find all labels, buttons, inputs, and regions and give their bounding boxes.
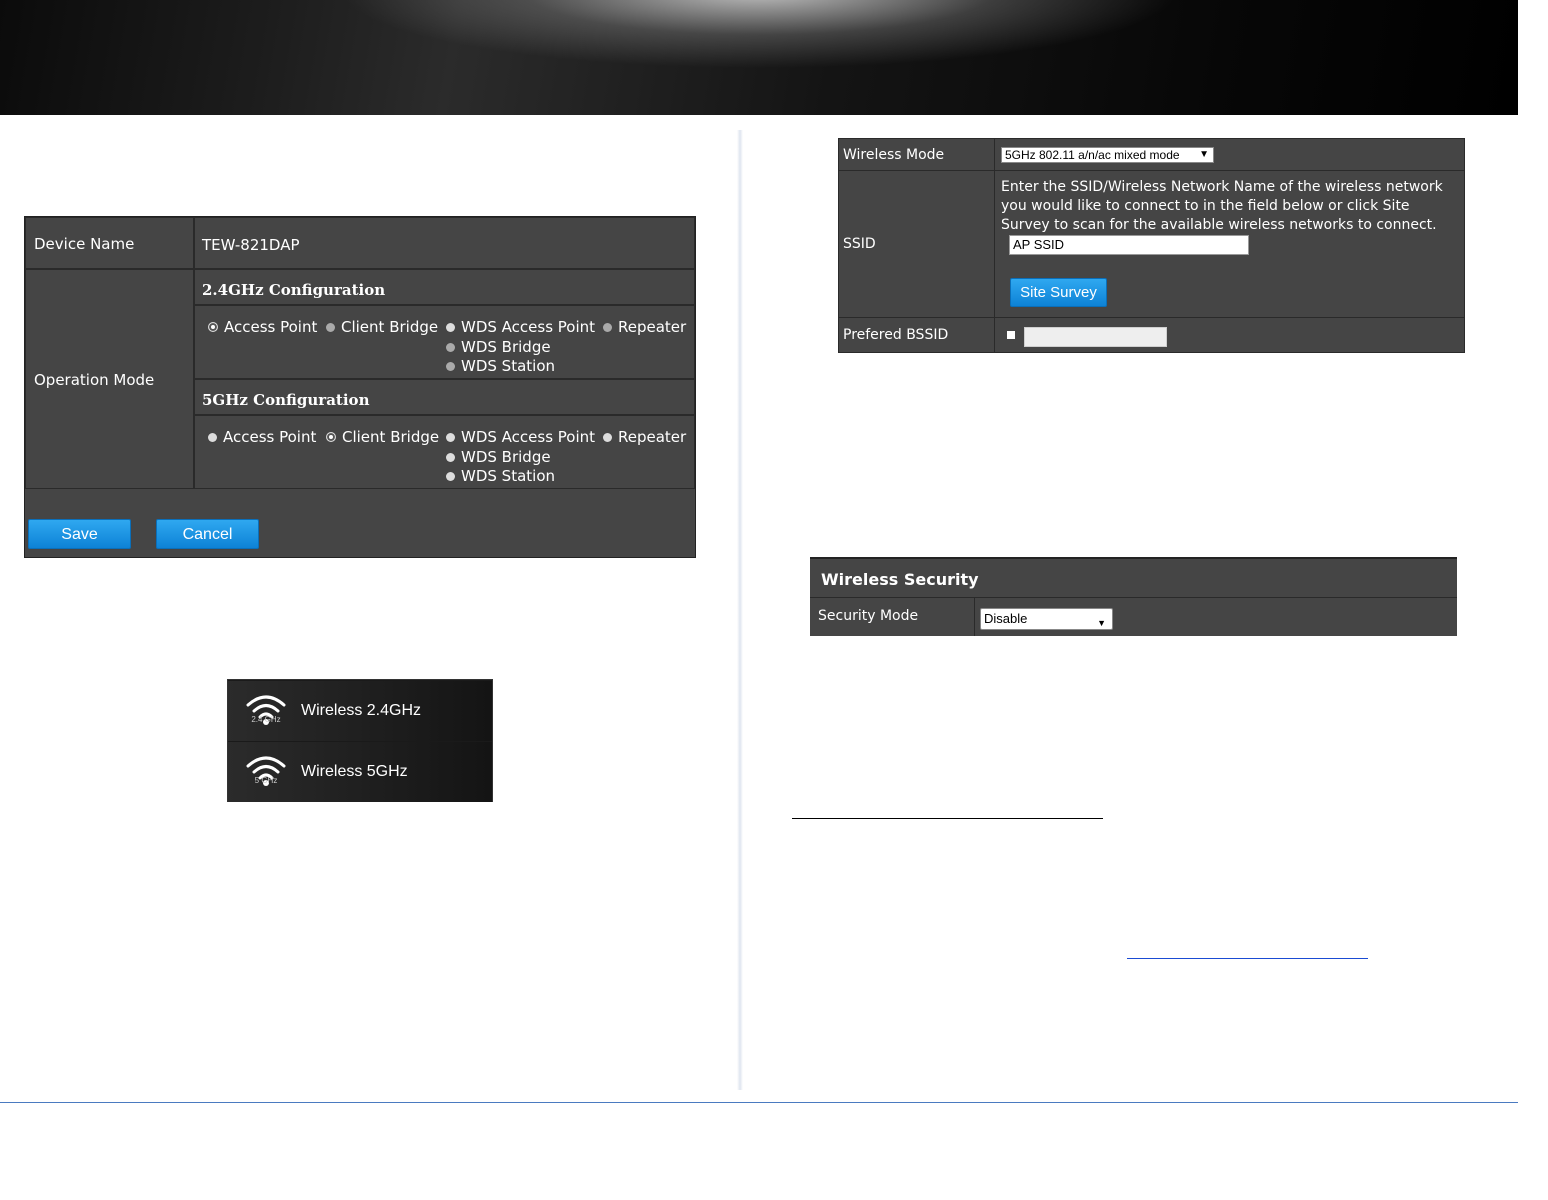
device-name-value: TEW-821DAP bbox=[202, 236, 300, 254]
wireless-mode-select[interactable]: 5GHz 802.11 a/n/ac mixed mode ▼ bbox=[1001, 147, 1214, 163]
radio-selected-icon bbox=[326, 432, 336, 442]
radio-icon bbox=[446, 471, 455, 481]
security-mode-select[interactable]: Disable ▼ bbox=[980, 608, 1113, 630]
radio-label: WDS Station bbox=[461, 467, 555, 485]
wireless-mode-label: Wireless Mode bbox=[843, 147, 945, 163]
header-banner bbox=[0, 0, 1518, 115]
radio-5-client-bridge[interactable]: Client Bridge bbox=[326, 428, 439, 446]
operation-mode-panel: Device Name TEW-821DAP Operation Mode 2.… bbox=[24, 216, 696, 558]
radio-icon bbox=[446, 452, 455, 462]
security-title: Wireless Security bbox=[821, 570, 979, 589]
operation-mode-label-cell: Operation Mode bbox=[25, 269, 194, 489]
wireless-settings-table: Wireless Mode 5GHz 802.11 a/n/ac mixed m… bbox=[838, 138, 1465, 353]
radio-icon bbox=[208, 432, 217, 442]
radio-label: Access Point bbox=[224, 318, 318, 336]
radio-24-client-bridge[interactable]: Client Bridge bbox=[326, 318, 438, 336]
radio-5-wds-access-point[interactable]: WDS Access Point bbox=[446, 428, 595, 446]
radio-label: Client Bridge bbox=[342, 428, 440, 446]
menu-item-label: Wireless 2.4GHz bbox=[301, 702, 422, 719]
config-24-title: 2.4GHz Configuration bbox=[202, 281, 386, 299]
ssid-label: SSID bbox=[843, 236, 876, 252]
security-mode-value: Disable bbox=[984, 611, 1028, 626]
radio-5-wds-station[interactable]: WDS Station bbox=[446, 467, 555, 485]
wifi-icon bbox=[246, 695, 286, 725]
radio-icon bbox=[446, 361, 455, 371]
radio-label: WDS Bridge bbox=[461, 448, 551, 466]
radio-24-wds-station[interactable]: WDS Station bbox=[446, 357, 555, 375]
dropdown-arrow-icon: ▼ bbox=[1097, 618, 1106, 628]
radio-24-wds-access-point[interactable]: WDS Access Point bbox=[446, 318, 595, 336]
band-label: 5 GHz bbox=[254, 776, 278, 785]
cancel-button[interactable]: Cancel bbox=[156, 519, 259, 549]
bssid-checkbox[interactable] bbox=[1007, 331, 1015, 339]
radio-icon bbox=[603, 432, 612, 442]
radio-24-wds-bridge[interactable]: WDS Bridge bbox=[446, 338, 551, 356]
radio-icon bbox=[326, 322, 335, 332]
menu-item-wireless-24[interactable]: 2.4 GHz Wireless 2.4GHz bbox=[228, 681, 492, 741]
wireless-mode-row: Wireless Mode 5GHz 802.11 a/n/ac mixed m… bbox=[839, 139, 1464, 171]
radio-label: Repeater bbox=[618, 428, 687, 446]
radio-selected-icon bbox=[208, 322, 218, 332]
radio-label: WDS Station bbox=[461, 357, 555, 375]
radio-label: Access Point bbox=[223, 428, 317, 446]
radio-5-wds-bridge[interactable]: WDS Bridge bbox=[446, 448, 551, 466]
column-separator bbox=[974, 597, 975, 636]
menu-item-wireless-5[interactable]: 5 GHz Wireless 5GHz bbox=[228, 742, 492, 802]
bssid-input[interactable] bbox=[1024, 327, 1167, 347]
radio-24-access-point[interactable]: Access Point bbox=[208, 318, 317, 336]
radio-label: Client Bridge bbox=[341, 318, 439, 336]
ssid-input[interactable]: AP SSID bbox=[1009, 235, 1249, 255]
radio-label: WDS Access Point bbox=[461, 318, 596, 336]
underline-rule bbox=[792, 818, 1103, 819]
ssid-help-text: Enter the SSID/Wireless Network Name of … bbox=[1001, 179, 1443, 233]
wireless-security-panel: Wireless Security Security Mode Disable … bbox=[810, 557, 1457, 636]
wifi-icon bbox=[246, 756, 286, 786]
radio-24-repeater[interactable]: Repeater bbox=[603, 318, 686, 336]
hyperlink-underline[interactable] bbox=[1127, 958, 1368, 959]
dropdown-arrow-icon: ▼ bbox=[1199, 149, 1209, 160]
device-name-label-cell: Device Name bbox=[25, 217, 194, 269]
operation-mode-label: Operation Mode bbox=[34, 371, 155, 389]
bssid-label: Prefered BSSID bbox=[843, 327, 949, 343]
band-label: 2.4 GHz bbox=[251, 715, 281, 724]
radio-label: WDS Bridge bbox=[461, 338, 551, 356]
site-survey-button[interactable]: Site Survey bbox=[1010, 278, 1107, 307]
radio-icon bbox=[446, 322, 455, 332]
radio-label: WDS Access Point bbox=[461, 428, 596, 446]
menu-item-label: Wireless 5GHz bbox=[301, 763, 408, 780]
wireless-menu: 2.4 GHz Wireless 2.4GHz 5 GHz Wireless 5… bbox=[227, 679, 493, 802]
radio-icon bbox=[603, 322, 612, 332]
bssid-row: Prefered BSSID bbox=[839, 318, 1464, 352]
radio-icon bbox=[446, 432, 455, 442]
device-name-label: Device Name bbox=[34, 235, 135, 253]
config-5-options: Access Point Client Bridge WDS Access Po… bbox=[194, 415, 695, 489]
ssid-row: SSID Enter the SSID/Wireless Network Nam… bbox=[839, 171, 1464, 318]
security-header: Wireless Security bbox=[810, 559, 1457, 598]
footer-rule bbox=[0, 1102, 1518, 1103]
device-name-value-cell: TEW-821DAP bbox=[194, 217, 695, 269]
config-5-header: 5GHz Configuration bbox=[194, 379, 695, 415]
radio-icon bbox=[446, 342, 455, 352]
wireless-mode-value: 5GHz 802.11 a/n/ac mixed mode bbox=[1005, 148, 1180, 162]
config-24-options: Access Point Client Bridge WDS Access Po… bbox=[194, 305, 695, 379]
config-5-title: 5GHz Configuration bbox=[202, 391, 370, 409]
save-button[interactable]: Save bbox=[28, 519, 131, 549]
radio-5-repeater[interactable]: Repeater bbox=[603, 428, 686, 446]
page-divider bbox=[737, 130, 743, 1090]
config-24-header: 2.4GHz Configuration bbox=[194, 269, 695, 305]
radio-label: Repeater bbox=[618, 318, 687, 336]
radio-5-access-point[interactable]: Access Point bbox=[208, 428, 316, 446]
security-mode-label: Security Mode bbox=[818, 608, 919, 624]
